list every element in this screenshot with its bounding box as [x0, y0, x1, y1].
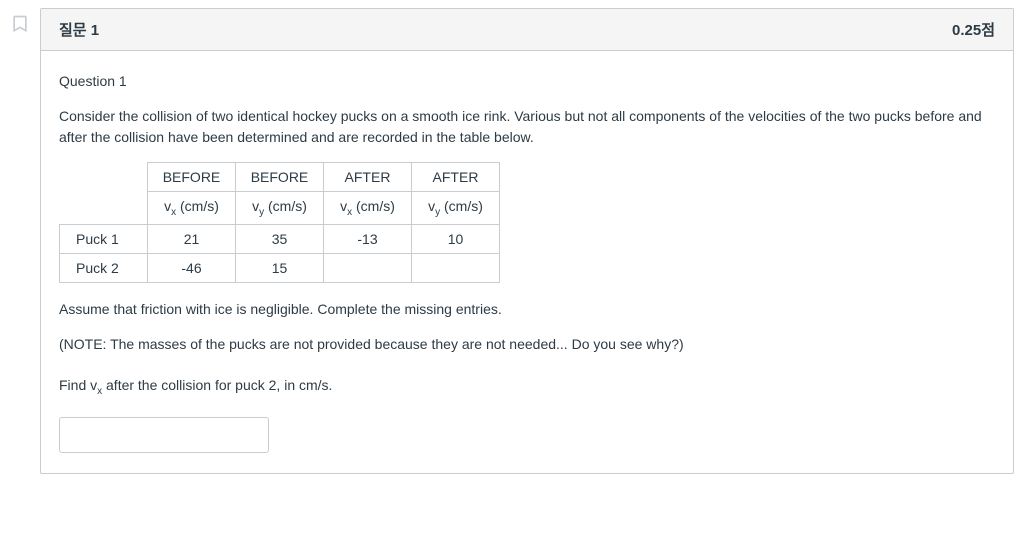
- bookmark-icon: [10, 14, 32, 34]
- assume-text: Assume that friction with ice is negligi…: [59, 299, 995, 320]
- table-col-unit: vy (cm/s): [412, 192, 500, 225]
- question-points: 0.25점: [952, 19, 995, 40]
- answer-input[interactable]: [59, 417, 269, 453]
- table-empty-corner: [60, 163, 148, 192]
- question-header: 질문 1 0.25점: [41, 9, 1013, 51]
- question-body: Question 1 Consider the collision of two…: [41, 51, 1013, 473]
- table-col-header: AFTER: [412, 163, 500, 192]
- table-col-header: BEFORE: [148, 163, 236, 192]
- table-header-row-2: vx (cm/s) vy (cm/s) vx (cm/s) vy (cm/s): [60, 192, 500, 225]
- table-cell: -13: [324, 224, 412, 253]
- find-prompt: Find vx after the collision for puck 2, …: [59, 377, 995, 397]
- question-label: Question 1: [59, 71, 995, 92]
- table-col-unit: vx (cm/s): [148, 192, 236, 225]
- question-title: 질문 1: [59, 19, 99, 40]
- table-col-header: AFTER: [324, 163, 412, 192]
- table-row: Puck 1 21 35 -13 10: [60, 224, 500, 253]
- question-wrapper: 질문 1 0.25점 Question 1 Consider the colli…: [10, 8, 1014, 474]
- question-card: 질문 1 0.25점 Question 1 Consider the colli…: [40, 8, 1014, 474]
- table-col-header: BEFORE: [236, 163, 324, 192]
- velocity-table: BEFORE BEFORE AFTER AFTER vx (cm/s) vy (…: [59, 162, 500, 283]
- table-col-unit: vx (cm/s): [324, 192, 412, 225]
- table-cell: -46: [148, 253, 236, 282]
- table-row: Puck 2 -46 15: [60, 253, 500, 282]
- table-cell: 21: [148, 224, 236, 253]
- table-empty-corner: [60, 192, 148, 225]
- table-cell: 35: [236, 224, 324, 253]
- table-row-label: Puck 2: [60, 253, 148, 282]
- table-col-unit: vy (cm/s): [236, 192, 324, 225]
- table-cell: [412, 253, 500, 282]
- table-cell: 15: [236, 253, 324, 282]
- table-cell: [324, 253, 412, 282]
- note-text: (NOTE: The masses of the pucks are not p…: [59, 334, 995, 355]
- table-row-label: Puck 1: [60, 224, 148, 253]
- table-header-row-1: BEFORE BEFORE AFTER AFTER: [60, 163, 500, 192]
- question-prompt: Consider the collision of two identical …: [59, 106, 995, 148]
- table-cell: 10: [412, 224, 500, 253]
